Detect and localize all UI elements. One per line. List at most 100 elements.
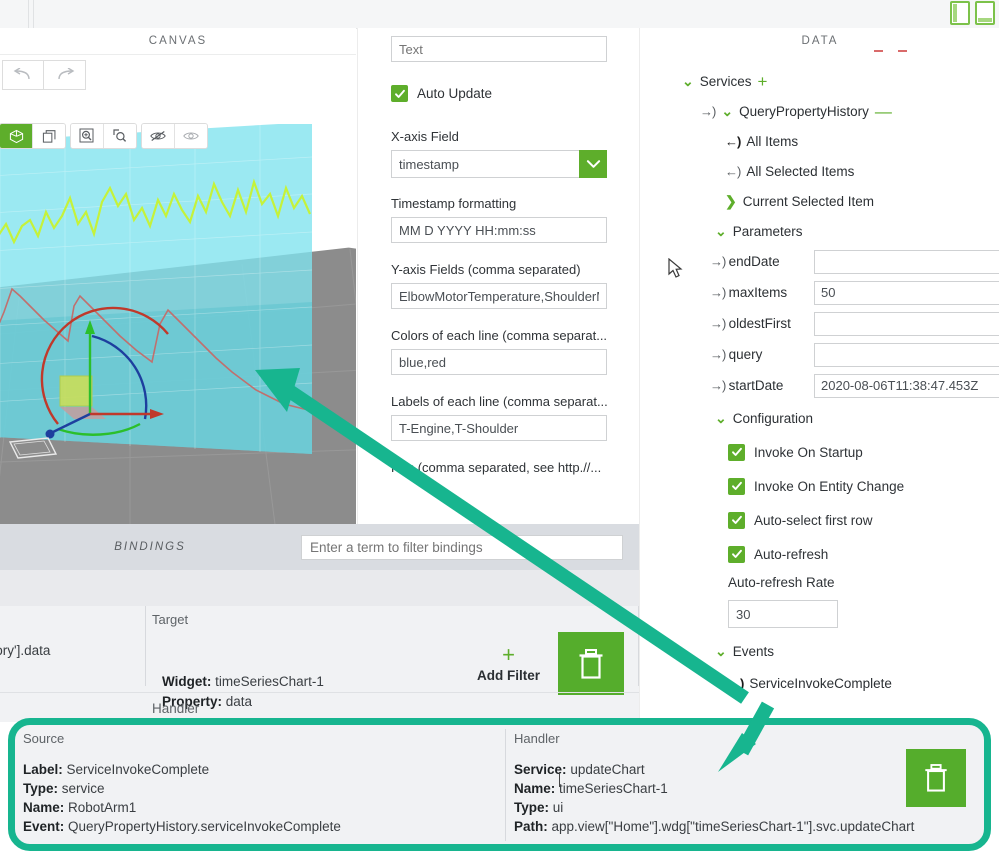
handler-service-value: updateChart <box>570 762 645 777</box>
chevron-down-icon[interactable]: ⌄ <box>715 411 727 425</box>
canvas-3d-scene[interactable]: Scene polygon count: 1588 <box>0 124 356 524</box>
auto-refresh-checkbox[interactable] <box>728 545 745 563</box>
services-label: Services <box>699 73 752 89</box>
labels-label: Labels of each line (comma separat... <box>391 394 608 409</box>
tree-node-events[interactable]: ⌄ Events <box>640 636 999 666</box>
field-y-axis: Y-axis Fields (comma separated) <box>358 262 639 309</box>
x-axis-field-value[interactable] <box>391 150 607 178</box>
callout-handler-column: Handler Service: updateChart Name: timeS… <box>506 725 984 844</box>
bindings-band: BINDINGS <box>0 524 639 570</box>
cube-icon[interactable] <box>0 124 32 148</box>
mouse-pointer-cursor <box>668 258 683 278</box>
field-timestamp-format: Timestamp formatting <box>358 196 639 243</box>
undo-icon <box>13 68 30 80</box>
tree-node-service-invoke-complete[interactable]: ←) ServiceInvokeComplete <box>640 668 999 698</box>
configuration-list: Invoke On Startup Invoke On Entity Chang… <box>640 435 999 571</box>
field-colors: Colors of each line (comma separat... <box>358 328 639 375</box>
bindings-filter-input[interactable] <box>301 535 623 560</box>
tree-node-parameters[interactable]: ⌄ Parameters <box>640 216 999 246</box>
tree-node-services[interactable]: ⌄ Services + <box>640 66 999 96</box>
parameter-value-endDate[interactable] <box>814 249 999 274</box>
config-label: Auto-refresh <box>754 546 829 562</box>
config-row-invoke-on-startup[interactable]: Invoke On Startup <box>728 435 999 469</box>
zoom-in-icon[interactable] <box>71 124 103 148</box>
duplicate-icon[interactable] <box>32 124 65 148</box>
source-type-key: Type: <box>23 781 59 796</box>
config-row-auto-select-first-row[interactable]: Auto-select first row <box>728 503 999 537</box>
data-tree: ⌄ Services + →) ⌄ QueryPropertyHistory —… <box>640 66 999 698</box>
tree-node-all-items[interactable]: ←) All Items <box>640 126 999 156</box>
add-service-icon[interactable]: + <box>758 73 768 90</box>
source-label-key: Label: <box>23 762 63 777</box>
check-icon <box>731 447 742 456</box>
colors-input[interactable] <box>391 349 607 375</box>
data-pane: DATA ⌄ Services + →) ⌄ QueryPropertyHist… <box>639 28 999 722</box>
remove-service-icon[interactable]: — <box>875 103 892 120</box>
parameter-value-query[interactable] <box>814 342 999 367</box>
bindings-source-value: pertyHistory'].data <box>0 643 51 658</box>
text-input[interactable] <box>391 36 607 62</box>
auto-update-checkbox[interactable] <box>391 85 408 102</box>
canvas-toolbar <box>0 54 356 97</box>
event-handler-callout: Source Label: ServiceInvokeComplete Type… <box>8 718 991 851</box>
panel-bottom-icon[interactable] <box>975 1 995 25</box>
bindings-row-divider <box>0 692 639 693</box>
panel-left-icon[interactable] <box>950 1 970 25</box>
config-row-auto-refresh[interactable]: Auto-refresh <box>728 537 999 571</box>
config-row-invoke-on-entity-change[interactable]: Invoke On Entity Change <box>728 469 999 503</box>
invoke-on-startup-checkbox[interactable] <box>728 443 745 461</box>
topbar-layout-toggles <box>950 1 995 25</box>
redo-button[interactable] <box>44 60 86 90</box>
current-selected-item-label: Current Selected Item <box>742 193 875 209</box>
y-axis-fields-input[interactable] <box>391 283 607 309</box>
trash-icon <box>579 648 603 679</box>
auto-refresh-rate-label: Auto-refresh Rate <box>728 575 835 590</box>
tree-node-configuration[interactable]: ⌄ Configuration <box>640 403 999 433</box>
source-event-value: QueryPropertyHistory.serviceInvokeComple… <box>68 819 341 834</box>
view-toolbar-group-1 <box>0 124 65 148</box>
auto-select-first-row-checkbox[interactable] <box>728 511 745 529</box>
tree-node-current-selected-item[interactable]: ❯ Current Selected Item <box>640 186 999 216</box>
parameters-label: Parameters <box>732 223 803 239</box>
redo-icon <box>57 68 74 80</box>
chevron-right-icon[interactable]: ❯ <box>725 194 737 208</box>
top-bar <box>0 0 999 29</box>
x-axis-field-select[interactable] <box>391 150 607 178</box>
scene-floor <box>0 124 356 524</box>
eye-icon[interactable] <box>174 124 207 148</box>
plus-icon: + <box>502 642 515 667</box>
add-filter-button[interactable]: + Add Filter <box>460 632 557 695</box>
chevron-down-icon[interactable] <box>579 150 607 178</box>
delete-handler-button[interactable] <box>906 749 966 807</box>
chevron-down-icon[interactable]: ⌄ <box>715 644 727 658</box>
arrow-left-output-icon: ←) <box>725 163 741 179</box>
chevron-down-icon[interactable]: ⌄ <box>682 74 694 88</box>
invoke-on-entity-change-checkbox[interactable] <box>728 477 745 495</box>
tree-node-all-selected-items[interactable]: ←) All Selected Items <box>640 156 999 186</box>
chevron-down-icon[interactable]: ⌄ <box>721 104 733 118</box>
trash-icon <box>925 764 947 792</box>
target-widget-key: Widget: <box>162 674 212 689</box>
chevron-down-icon[interactable]: ⌄ <box>715 224 727 238</box>
tree-node-service[interactable]: →) ⌄ QueryPropertyHistory — <box>640 96 999 126</box>
parameter-value-maxItems[interactable] <box>814 280 999 305</box>
auto-update-row[interactable]: Auto Update <box>391 85 639 102</box>
eye-off-icon[interactable] <box>142 124 174 148</box>
parameter-value-oldestFirst[interactable] <box>814 311 999 336</box>
labels-input[interactable] <box>391 415 607 441</box>
parameter-row: →) startDate <box>710 370 999 401</box>
bindings-target-header: Target <box>152 612 189 627</box>
parameter-value-startDate[interactable] <box>814 373 999 398</box>
service-label: QueryPropertyHistory <box>739 103 869 119</box>
zoom-fit-icon[interactable] <box>103 124 136 148</box>
parameter-name: oldestFirst <box>728 316 791 331</box>
auto-refresh-rate-block: Auto-refresh Rate <box>640 575 999 628</box>
field-fills: Fills (comma separated, see http.//... <box>358 460 639 475</box>
timestamp-formatting-input[interactable] <box>391 217 607 243</box>
undo-button[interactable] <box>2 60 44 90</box>
arrow-right-param-icon: →) <box>710 285 726 300</box>
delete-binding-button[interactable] <box>558 632 624 695</box>
events-label: Events <box>732 643 775 659</box>
check-icon <box>731 549 742 558</box>
auto-refresh-rate-input[interactable] <box>728 600 838 628</box>
